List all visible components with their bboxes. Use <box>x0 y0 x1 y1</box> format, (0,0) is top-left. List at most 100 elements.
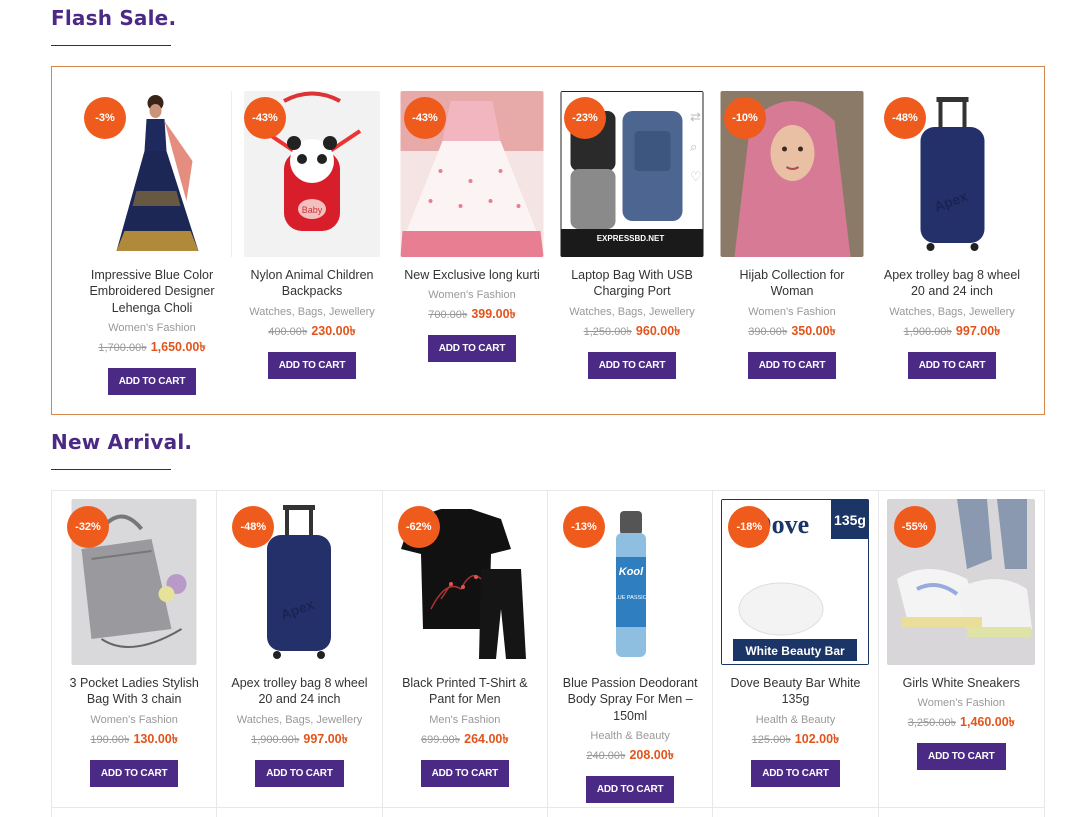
add-to-cart-button[interactable]: ADD TO CART <box>907 351 997 379</box>
product-name[interactable]: Hijab Collection for Woman <box>712 267 872 300</box>
product-category[interactable]: Watches, Bags, Jewellery <box>872 306 1032 318</box>
product-price: 400.00৳ 230.00৳ <box>232 323 392 343</box>
product-price: 699.00৳ 264.00৳ <box>383 731 547 751</box>
add-to-cart-button[interactable]: ADD TO CART <box>107 367 197 395</box>
new-arrival-title: New Arrival. <box>51 430 193 454</box>
add-to-cart-button[interactable]: ADD TO CART <box>427 335 517 363</box>
zoom-icon[interactable]: ⌕ <box>690 139 704 155</box>
product-category[interactable]: Health & Beauty <box>713 714 877 726</box>
laptop-bag-brand-text: EXPRESSBD.NET <box>597 234 665 243</box>
discount-badge: -23% <box>564 97 606 139</box>
product-category[interactable]: Women's Fashion <box>72 322 232 334</box>
quick-actions: ⇄ ⌕ ♡ <box>690 109 704 199</box>
product-price: 190.00৳ 130.00৳ <box>52 731 216 751</box>
product-category[interactable]: Watches, Bags, Jewellery <box>232 306 392 318</box>
add-to-cart-button[interactable]: ADD TO CART <box>587 351 677 379</box>
product-price: 3,250.00৳ 1,460.00৳ <box>879 714 1044 734</box>
product-card[interactable]: -43% New Exclusive long kurti Women's Fa… <box>392 91 552 411</box>
product-category[interactable]: Watches, Bags, Jewellery <box>217 714 381 726</box>
product-card[interactable]: -3% Impressive Blue Color Embroidered De… <box>72 91 232 411</box>
product-name[interactable]: Girls White Sneakers <box>879 675 1044 691</box>
product-price: 1,900.00৳ 997.00৳ <box>872 323 1032 343</box>
dove-label-text: White Beauty Bar <box>746 644 846 658</box>
discount-badge: -55% <box>893 506 936 548</box>
old-price: 240.00৳ <box>586 749 626 762</box>
product-category[interactable]: Women's Fashion <box>712 306 872 318</box>
old-price: 390.00৳ <box>748 325 788 338</box>
product-card[interactable]: -32% 3 Pocket Ladies Stylish Bag With 3 … <box>52 491 218 817</box>
add-to-cart-button[interactable]: ADD TO CART <box>255 759 344 787</box>
flash-sale-underline <box>51 45 171 46</box>
sale-price: 1,650.00৳ <box>150 339 206 354</box>
old-price: 190.00৳ <box>90 733 130 746</box>
old-price: 400.00৳ <box>268 325 308 338</box>
heart-icon[interactable]: ♡ <box>690 169 704 185</box>
old-price: 3,250.00৳ <box>907 717 957 730</box>
old-price: 700.00৳ <box>428 309 468 322</box>
product-card[interactable]: EXPRESSBD.NET ⇄ ⌕ ♡ -23% Laptop Bag With… <box>552 91 712 411</box>
sale-price: 230.00৳ <box>311 323 356 338</box>
discount-badge: -32% <box>67 506 109 548</box>
add-to-cart-button[interactable]: ADD TO CART <box>89 759 179 787</box>
discount-badge: -18% <box>728 506 771 548</box>
product-card[interactable]: -62% Black Printed T-Shirt & Pant for Me… <box>383 491 548 817</box>
shuffle-icon[interactable]: ⇄ <box>690 109 704 125</box>
product-category[interactable]: Women's Fashion <box>392 289 552 301</box>
product-name[interactable]: Nylon Animal Children Backpacks <box>232 267 392 300</box>
product-price: 240.00৳ 208.00৳ <box>548 747 712 767</box>
product-category[interactable]: Watches, Bags, Jewellery <box>552 306 712 318</box>
dove-weight-text: 135g <box>835 512 867 528</box>
product-name[interactable]: Apex trolley bag 8 wheel 20 and 24 inch <box>872 267 1032 300</box>
discount-badge: -10% <box>724 97 766 139</box>
product-price: 700.00৳ 399.00৳ <box>392 306 552 326</box>
add-to-cart-button[interactable]: ADD TO CART <box>917 743 1006 771</box>
product-price: 1,700.00৳ 1,650.00৳ <box>72 339 232 359</box>
product-card[interactable]: 135g Dove White Beauty Bar -18% Dove Bea… <box>713 491 879 817</box>
discount-badge: -13% <box>562 506 605 548</box>
product-card[interactable]: Baby -43% Nylon Animal Children Backpack… <box>232 91 392 411</box>
product-name[interactable]: Blue Passion Deodorant Body Spray For Me… <box>548 675 712 724</box>
product-category[interactable]: Health & Beauty <box>548 730 712 742</box>
product-card[interactable]: Kool BLUE PASSION -13% Blue Passion Deod… <box>548 491 714 817</box>
product-name[interactable]: New Exclusive long kurti <box>392 267 552 283</box>
new-arrival-grid: -32% 3 Pocket Ladies Stylish Bag With 3 … <box>51 490 1045 817</box>
add-to-cart-button[interactable]: ADD TO CART <box>751 759 840 787</box>
flash-sale-grid: -3% Impressive Blue Color Embroidered De… <box>72 91 1032 411</box>
sale-price: 130.00৳ <box>133 731 178 746</box>
add-to-cart-button[interactable]: ADD TO CART <box>267 351 357 379</box>
sale-price: 350.00৳ <box>791 323 836 338</box>
product-card[interactable]: -55% Girls White Sneakers Women's Fashio… <box>879 491 1044 817</box>
sale-price: 399.00৳ <box>471 307 516 322</box>
add-to-cart-button[interactable]: ADD TO CART <box>747 351 837 379</box>
product-category[interactable]: Women's Fashion <box>52 714 216 726</box>
product-name[interactable]: Apex trolley bag 8 wheel 20 and 24 inch <box>217 675 381 708</box>
product-name[interactable]: Dove Beauty Bar White 135g <box>713 675 877 708</box>
product-category[interactable]: Men's Fashion <box>383 714 547 726</box>
product-card[interactable]: Apex -48% Apex trolley bag 8 wheel 20 an… <box>872 91 1032 411</box>
row-divider <box>51 807 1045 808</box>
product-name[interactable]: 3 Pocket Ladies Stylish Bag With 3 chain <box>52 675 216 708</box>
sale-price: 960.00৳ <box>635 323 681 338</box>
product-category[interactable]: Women's Fashion <box>879 697 1044 709</box>
product-card[interactable]: -10% Hijab Collection for Woman Women's … <box>712 91 872 411</box>
product-price: 1,250.00৳ 960.00৳ <box>552 323 712 343</box>
product-price: 1,900.00৳ 997.00৳ <box>217 731 381 751</box>
old-price: 1,250.00৳ <box>583 325 632 338</box>
deodorant-brand-text: Kool <box>619 566 644 578</box>
sale-price: 997.00৳ <box>303 731 348 746</box>
add-to-cart-button[interactable]: ADD TO CART <box>420 759 510 787</box>
backpack-tag-text: Baby <box>302 205 323 215</box>
add-to-cart-button[interactable]: ADD TO CART <box>585 775 675 803</box>
product-name[interactable]: Impressive Blue Color Embroidered Design… <box>72 267 232 316</box>
old-price: 1,900.00৳ <box>251 733 300 746</box>
sale-price: 102.00৳ <box>794 731 840 746</box>
discount-badge: -3% <box>84 97 126 139</box>
product-name[interactable]: Laptop Bag With USB Charging Port <box>552 267 712 300</box>
old-price: 125.00৳ <box>751 733 791 746</box>
product-price: 390.00৳ 350.00৳ <box>712 323 872 343</box>
product-name[interactable]: Black Printed T-Shirt & Pant for Men <box>383 675 547 708</box>
product-card[interactable]: Apex -48% Apex trolley bag 8 wheel 20 an… <box>217 491 383 817</box>
sale-price: 208.00৳ <box>629 747 674 762</box>
discount-badge: -43% <box>404 97 446 139</box>
product-price: 125.00৳ 102.00৳ <box>713 731 877 751</box>
